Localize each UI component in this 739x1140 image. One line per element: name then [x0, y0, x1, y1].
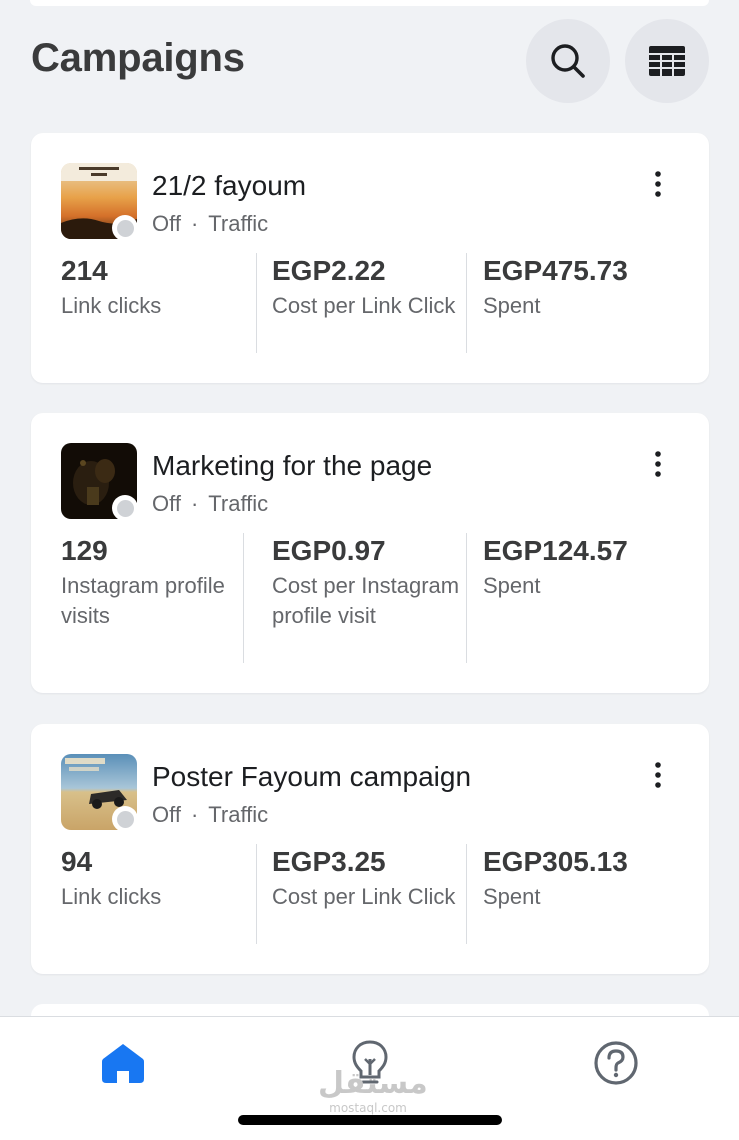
home-icon — [102, 1044, 144, 1083]
metric-label: Spent — [483, 293, 541, 318]
header: Campaigns — [0, 0, 739, 120]
metric-value: EGP2.22 — [272, 255, 386, 286]
campaign-status-line: Off · Traffic — [152, 802, 269, 827]
campaign-objective: Traffic — [208, 211, 269, 236]
more-options-button[interactable] — [643, 169, 673, 199]
metric-label: Cost per Instagram profile visit — [272, 573, 460, 628]
metric-value: 214 — [61, 255, 108, 286]
campaign-status: Off — [152, 491, 181, 516]
campaign-name: Poster Fayoum campaign — [152, 761, 472, 792]
more-options-button[interactable] — [643, 449, 673, 479]
table-view-icon — [649, 46, 685, 76]
table-view-button[interactable] — [625, 19, 709, 103]
more-vertical-icon — [655, 171, 661, 197]
campaign-objective: Traffic — [208, 491, 269, 516]
metric-label: Spent — [483, 884, 541, 909]
metric-cost-per-result: EGP3.25 Cost per Link Click — [272, 844, 467, 912]
more-options-button[interactable] — [643, 760, 673, 790]
more-vertical-icon — [655, 451, 661, 477]
campaign-status: Off — [152, 211, 181, 236]
metric-spent: EGP475.73 Spent — [483, 253, 683, 321]
metric-label: Cost per Link Click — [272, 884, 456, 909]
metric-divider — [466, 844, 467, 944]
bottom-navigation: مستقل mostaql.com — [0, 1016, 739, 1140]
watermark: مستقل mostaql.com — [318, 1066, 428, 1116]
campaign-objective: Traffic — [208, 802, 269, 827]
campaign-status-line: Off · Traffic — [152, 211, 269, 236]
campaign-card[interactable]: 21/2 fayoum Off · Traffic 214 Link clicks … — [31, 133, 709, 383]
metric-results: 129 Instagram profile visits — [61, 533, 256, 631]
metric-value: EGP475.73 — [483, 255, 628, 286]
metric-spent: EGP124.57 Spent — [483, 533, 683, 601]
metric-label: Link clicks — [61, 293, 162, 318]
metric-value: EGP3.25 — [272, 846, 386, 877]
metric-divider — [256, 844, 257, 944]
metric-value: 129 — [61, 535, 108, 566]
nav-help[interactable] — [586, 1037, 646, 1089]
page-title: Campaigns — [31, 36, 245, 80]
campaign-name: Marketing for the page — [152, 450, 433, 481]
metric-cost-per-result: EGP0.97 Cost per Instagram profile visit — [272, 533, 467, 631]
campaign-status-line: Off · Traffic — [152, 491, 269, 516]
metric-divider — [256, 253, 257, 353]
status-indicator — [112, 806, 138, 832]
watermark-latin: mostaql.com — [329, 1101, 407, 1115]
nav-home[interactable] — [93, 1037, 153, 1089]
help-icon — [594, 1041, 638, 1085]
metric-divider — [243, 533, 244, 663]
campaign-card[interactable]: Poster Fayoum campaign Off · Traffic 94 Li… — [31, 724, 709, 974]
metric-divider — [466, 253, 467, 353]
metric-label: Cost per Link Click — [272, 293, 456, 318]
metric-spent: EGP305.13 Spent — [483, 844, 683, 912]
search-button[interactable] — [526, 19, 610, 103]
metric-value: EGP0.97 — [272, 535, 386, 566]
status-indicator — [112, 215, 138, 241]
metric-results: 94 Link clicks — [61, 844, 256, 912]
campaign-status: Off — [152, 802, 181, 827]
metric-label: Instagram profile visits — [61, 573, 225, 628]
more-vertical-icon — [655, 762, 661, 788]
metric-value: EGP305.13 — [483, 846, 628, 877]
metric-label: Spent — [483, 573, 541, 598]
watermark-arabic: مستقل — [318, 1066, 428, 1101]
status-indicator — [112, 495, 138, 521]
metric-cost-per-result: EGP2.22 Cost per Link Click — [272, 253, 467, 321]
campaign-card[interactable]: Marketing for the page Off · Traffic 129 I… — [31, 413, 709, 693]
metric-value: 94 — [61, 846, 93, 877]
metric-divider — [466, 533, 467, 663]
metric-results: 214 Link clicks — [61, 253, 256, 321]
metric-value: EGP124.57 — [483, 535, 628, 566]
campaign-name: 21/2 fayoum — [152, 170, 307, 201]
home-indicator[interactable] — [238, 1115, 502, 1125]
search-icon — [551, 44, 585, 78]
metric-label: Link clicks — [61, 884, 162, 909]
